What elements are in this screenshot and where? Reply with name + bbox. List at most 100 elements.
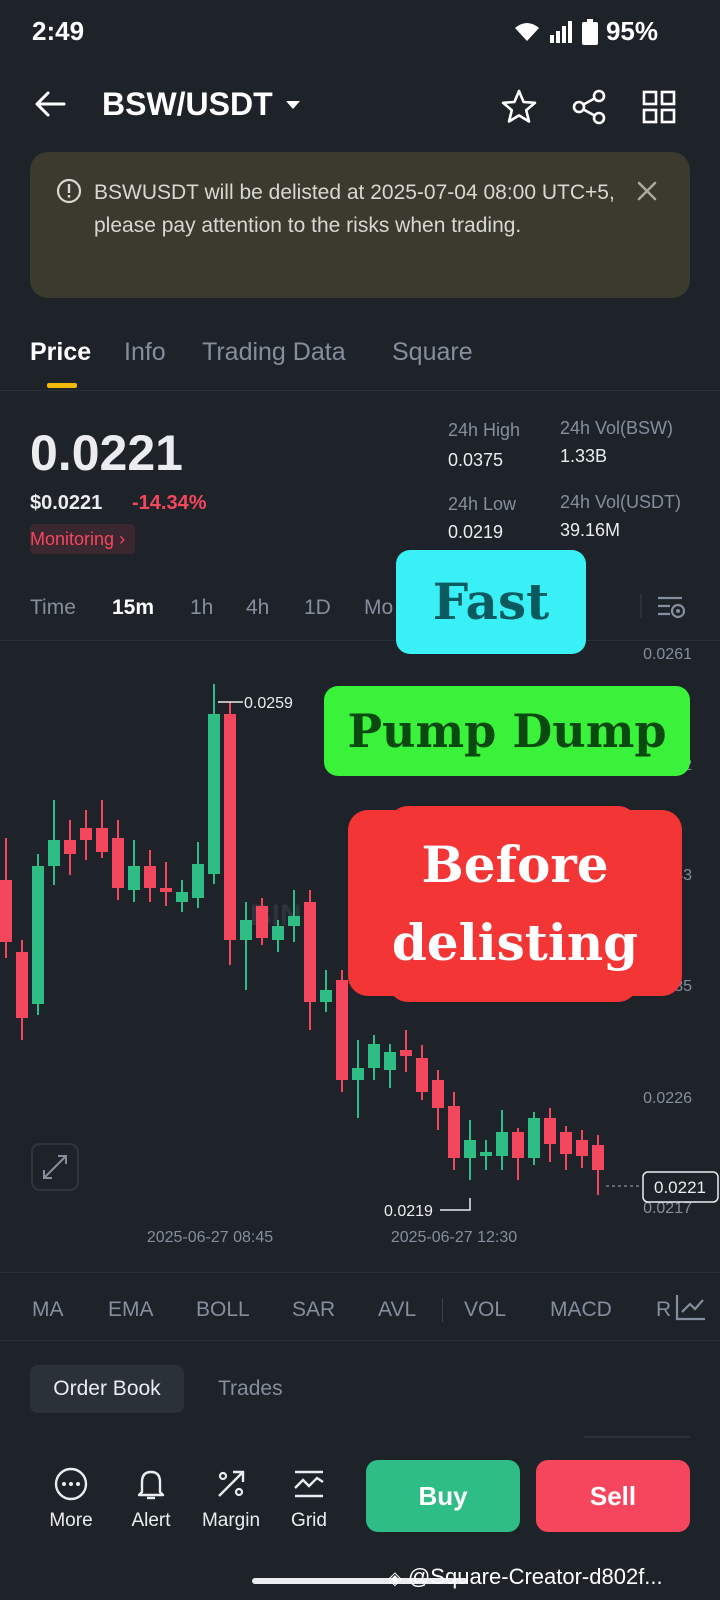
bearish-candle	[304, 902, 316, 1002]
tf-4h[interactable]: 4h	[246, 596, 269, 620]
vol-usdt-label: 24h Vol(USDT)	[560, 492, 682, 512]
ind-boll[interactable]: BOLL	[196, 1298, 250, 1322]
bearish-candle	[16, 952, 28, 1018]
bearish-candle	[416, 1058, 428, 1092]
last-price-tag-label: 0.0221	[654, 1178, 706, 1197]
divider	[0, 1272, 720, 1273]
ind-sar[interactable]: SAR	[292, 1298, 335, 1322]
bell-icon	[137, 1470, 165, 1500]
tf-15m[interactable]: 15m	[112, 596, 154, 620]
alert-button[interactable]: Alert	[116, 1466, 186, 1532]
bullish-candle	[192, 864, 204, 898]
chevron-right-icon: ›	[119, 529, 126, 549]
bullish-candle	[208, 714, 220, 874]
bearish-candle	[80, 828, 92, 840]
ind-ema[interactable]: EMA	[108, 1298, 154, 1322]
ind-vol[interactable]: VOL	[464, 1298, 506, 1322]
high-label: 24h High	[448, 420, 521, 440]
x-axis-tick: 2025-06-27 08:45	[147, 1229, 273, 1246]
status-time: 2:49	[32, 16, 85, 46]
ind-avl[interactable]: AVL	[378, 1298, 416, 1322]
banner-text: BSWUSDT will be delisted at 2025-07-04 0…	[94, 181, 615, 237]
bullish-candle	[384, 1052, 396, 1070]
bullish-candle	[320, 990, 332, 1002]
bearish-candle	[400, 1050, 412, 1056]
bullish-candle	[240, 920, 252, 940]
bullish-candle	[272, 926, 284, 940]
pair-title: BSW/USDT	[102, 86, 273, 122]
warning-icon	[56, 178, 82, 204]
ind-more[interactable]: R	[656, 1298, 671, 1322]
ind-divider	[442, 1298, 443, 1322]
tf-1h[interactable]: 1h	[190, 596, 213, 620]
monitoring-tag[interactable]: Monitoring ›	[30, 524, 136, 554]
low-label: 24h Low	[448, 494, 517, 514]
price-change: -14.34%	[132, 492, 207, 514]
vol-usdt-value: 39.16M	[560, 520, 621, 540]
share-icon[interactable]	[570, 88, 608, 126]
monitoring-label: Monitoring	[30, 529, 115, 549]
bullish-candle	[464, 1140, 476, 1158]
expand-arrow-icon	[43, 1155, 67, 1179]
tab-square[interactable]: Square	[392, 338, 473, 367]
chart-settings-icon[interactable]	[656, 594, 688, 622]
bearish-candle	[96, 828, 108, 852]
margin-icon	[218, 1470, 245, 1497]
margin-button[interactable]: Margin	[196, 1466, 266, 1532]
bearish-candle	[512, 1132, 524, 1158]
tf-1d[interactable]: 1D	[304, 596, 331, 620]
bullish-candle	[128, 866, 140, 890]
pair-selector[interactable]: BSW/USDT	[102, 86, 301, 123]
grid-button[interactable]: Grid	[274, 1466, 344, 1532]
grid-menu-icon[interactable]	[640, 88, 678, 126]
x-axis-tick: 2025-06-27 12:30	[391, 1229, 517, 1246]
bullish-candle	[480, 1152, 492, 1156]
ind-macd[interactable]: MACD	[550, 1298, 612, 1322]
tab-info[interactable]: Info	[124, 338, 166, 367]
bearish-candle	[448, 1106, 460, 1158]
bearish-candle	[256, 906, 268, 938]
creator-credit: ◈ @Square-Creator-d802f...	[388, 1564, 663, 1590]
tab-price[interactable]: Price	[30, 338, 91, 367]
binance-logo-icon: ◈	[388, 1568, 402, 1588]
pump-dump-overlay-label: Pump Dump	[324, 686, 690, 776]
before-delisting-overlay: Before delisting	[348, 810, 682, 996]
bearish-candle	[544, 1118, 556, 1144]
tf-more[interactable]: Mo	[364, 596, 393, 620]
tf-time[interactable]: Time	[30, 596, 76, 620]
bearish-candle	[560, 1132, 572, 1154]
bearish-candle	[64, 840, 76, 854]
status-icons: 95%	[512, 16, 658, 47]
alert-label: Alert	[131, 1510, 171, 1531]
sell-button[interactable]: Sell	[536, 1460, 690, 1532]
star-icon[interactable]	[500, 88, 538, 126]
tab-trading-data[interactable]: Trading Data	[202, 338, 346, 367]
fast-overlay-label: Fast	[396, 550, 586, 654]
back-arrow-icon[interactable]	[32, 86, 68, 122]
divider	[0, 1340, 720, 1341]
bearish-candle	[592, 1145, 604, 1170]
bullish-candle	[288, 916, 300, 926]
low-marker-line	[440, 1198, 471, 1211]
indicator-settings-icon[interactable]	[674, 1292, 708, 1322]
buy-button[interactable]: Buy	[366, 1460, 520, 1532]
bearish-candle	[144, 866, 156, 888]
vol-bsw-value: 1.33B	[560, 446, 608, 466]
ind-ma[interactable]: MA	[32, 1298, 64, 1322]
battery-icon	[581, 18, 598, 45]
tab-trades[interactable]: Trades	[218, 1365, 283, 1413]
battery-percent: 95%	[605, 16, 658, 46]
last-price: 0.0221	[30, 425, 183, 481]
tab-order-book[interactable]: Order Book	[30, 1365, 184, 1413]
low-value: 0.0219	[448, 522, 504, 542]
bearish-candle	[160, 888, 172, 892]
close-icon[interactable]	[634, 178, 660, 204]
high-value: 0.0375	[448, 450, 504, 470]
more-button[interactable]: More	[36, 1466, 106, 1532]
active-tab-indicator	[47, 383, 77, 388]
bullish-candle	[496, 1132, 508, 1156]
bullish-candle	[48, 840, 60, 866]
bearish-candle	[224, 714, 236, 940]
tf-divider	[640, 594, 642, 618]
divider	[0, 390, 720, 391]
